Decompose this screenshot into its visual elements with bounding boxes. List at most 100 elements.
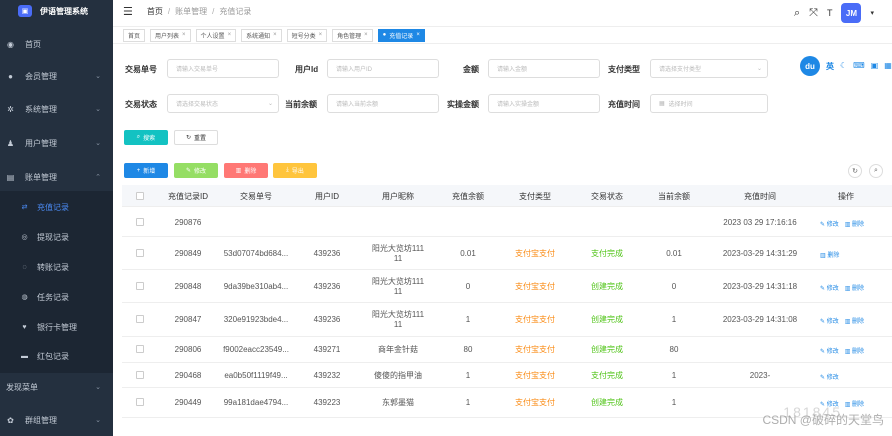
close-icon[interactable]: × [416,32,420,38]
fullscreen-icon[interactable]: ⤧ [809,7,818,20]
cell-id: 290848 [174,281,202,291]
lang-toggle[interactable]: 英 [826,61,834,72]
real-amount-input[interactable]: 请输入实操金额 [488,94,600,113]
avatar[interactable]: JM [841,3,862,23]
sidebar-item-user[interactable]: ♟ 用户管理 ⌄ [0,137,113,149]
delete-button[interactable]: ▥ 删除 [224,163,268,178]
menu-toggle-icon[interactable]: ☰ [123,5,133,18]
top-icons: ⌕ ⤧ T JM ▾ [794,3,874,23]
select-all-checkbox[interactable] [136,192,144,200]
sidebar-item-home[interactable]: ◉ 首页 [0,38,113,50]
chevron-down-icon: ⌄ [95,73,101,80]
refresh-table-button[interactable]: ↻ [848,164,862,178]
export-button[interactable]: ⤓ 导出 [273,163,317,178]
toggle-search-button[interactable]: ⌕ [869,164,883,178]
search-button[interactable]: ⌕ 搜索 [124,130,168,145]
row-checkbox[interactable] [136,281,144,290]
amount-input[interactable]: 请输入金额 [488,59,600,78]
tag-user-list[interactable]: 用户列表 × [150,28,191,42]
table-row[interactable]: 290806 f9002eacc23549... 439271 商年金针菇 80 支付宝支… [122,337,892,363]
keyboard-icon[interactable]: ⌨ [853,61,865,72]
row-edit-link[interactable]: ✎ 修改 [820,375,839,381]
sidebar-subitem-task[interactable]: ◍ 任务记录 [0,288,113,306]
breadcrumb-home[interactable]: 首页 [147,7,163,16]
table-row[interactable]: 290468 ea0b50f1119f49... 439232 傻傻的指甲油 1 支付宝支… [122,363,892,388]
cell-status: 创建完成 [591,315,623,324]
tag-recharge[interactable]: ● 充值记录 × [377,28,425,42]
chevron-up-icon: ⌃ [95,174,101,181]
trade-status-label: 交易状态 [125,100,157,109]
sidebar-subitem-withdraw[interactable]: ◎ 提现记录 [0,228,113,246]
sidebar-subitem-recharge[interactable]: ⇄ 充值记录 [0,198,113,216]
table-row[interactable]: 290849 53d07074bd684... 439236 阳光大览坊111 11 0… [122,237,892,270]
row-checkbox[interactable] [136,345,144,353]
reset-button[interactable]: ↻ 重置 [174,130,218,145]
tag-category[interactable]: 短号分类 × [286,28,328,42]
chevron-down-icon[interactable]: ▾ [870,9,874,17]
row-delete-link[interactable]: ▥ 删除 [845,349,864,355]
sidebar-item-bill[interactable]: ▤ 账单管理 ⌃ [0,171,113,183]
sidebar-item-member[interactable]: ● 会员管理 ⌄ [0,70,113,82]
close-icon[interactable]: × [228,32,232,38]
row-delete-link[interactable]: ▥ 删除 [845,319,864,325]
shirt-icon[interactable]: ▣ [871,61,879,72]
row-delete-link[interactable]: ▥ 删除 [845,222,864,228]
cell-amount: 1 [465,398,471,407]
breadcrumb-bill[interactable]: 账单管理 [175,7,207,16]
close-icon[interactable]: × [319,32,323,38]
trade-no-input[interactable]: 请输入交易单号 [167,59,279,78]
close-icon[interactable]: × [273,32,277,38]
tag-label: 系统通知 [246,33,271,40]
row-delete-link[interactable]: ▥ 删除 [845,402,864,408]
row-checkbox[interactable] [136,217,144,226]
row-checkbox[interactable] [136,315,144,323]
du-logo[interactable]: du [800,56,820,76]
close-icon[interactable]: × [364,32,368,38]
row-delete-link[interactable]: ▥ 删除 [845,286,864,292]
user-icon: ♟ [6,138,15,148]
sidebar-item-system[interactable]: ✲ 系统管理 ⌄ [0,103,113,115]
cell-uid: 439236 [313,248,341,258]
cell-amount: 1 [465,315,471,324]
font-size-icon[interactable]: T [827,8,833,18]
sidebar-subitem-label: 任务记录 [37,292,69,302]
recharge-time-picker[interactable]: ▦ 选择时间 [650,94,768,113]
trade-status-select[interactable]: 请选择交易状态 ⌄ [167,94,279,113]
pay-type-select[interactable]: 请选择支付类型 ⌄ [650,59,768,78]
search-icon[interactable]: ⌕ [794,7,800,20]
cell-trade-no: 320e91923bde4... [223,315,289,324]
search-icon: ⌕ [874,167,878,174]
moon-icon[interactable]: ☾ [840,61,847,72]
cell-time: 2023- [749,370,771,380]
tag-home[interactable]: 首页 [123,28,146,42]
cur-balance-input[interactable]: 请输入当前余额 [327,94,439,113]
recharge-time-label: 充值时间 [608,100,640,109]
sidebar-subitem-redpacket[interactable]: ▬ 红包记录 [0,347,113,365]
sidebar-subitem-transfer[interactable]: ◌ 转账记录 [0,258,113,276]
table-row[interactable]: 290848 9da39be310ab4... 439236 阳光大览坊111 11 0… [122,270,892,303]
table-row[interactable]: 290847 320e91923bde4... 439236 阳光大览坊111 11 1… [122,303,892,337]
sidebar-subitem-bankcard[interactable]: ♥ 银行卡管理 [0,318,113,336]
row-checkbox[interactable] [136,370,144,379]
tag-profile[interactable]: 个人设置 × [195,28,237,42]
row-edit-link[interactable]: ✎ 修改 [820,222,839,228]
sidebar-item-discover[interactable]: 发现菜单 ⌄ [0,381,113,393]
grid-icon[interactable]: ▦ [884,61,892,72]
row-edit-link[interactable]: ✎ 修改 [820,319,839,325]
edit-button[interactable]: ✎ 修改 [174,163,218,178]
close-icon[interactable]: × [182,32,186,38]
table-row[interactable]: 290876 2023 03 29 17:16:16 ✎ 修改 ▥ 删除 [122,208,892,237]
add-label: 新增 [143,169,156,175]
row-checkbox[interactable] [136,398,144,406]
tag-notice[interactable]: 系统通知 × [241,28,282,42]
row-checkbox[interactable] [136,248,144,257]
sidebar-item-group[interactable]: ✿ 群组管理 ⌄ [0,414,113,426]
row-delete-link[interactable]: ▥ 删除 [820,253,839,259]
cell-uid: 439271 [313,345,341,354]
filter-row-2: 交易状态 请选择交易状态 ⌄ 当前余额 请输入当前余额 实操金额 请输入实操金额 … [113,94,892,114]
add-button[interactable]: + 新增 [124,163,168,178]
user-id-input[interactable]: 请输入用户ID [327,59,439,78]
row-edit-link[interactable]: ✎ 修改 [820,286,839,292]
tag-role[interactable]: 角色管理 × [332,28,373,42]
row-edit-link[interactable]: ✎ 修改 [820,349,839,355]
